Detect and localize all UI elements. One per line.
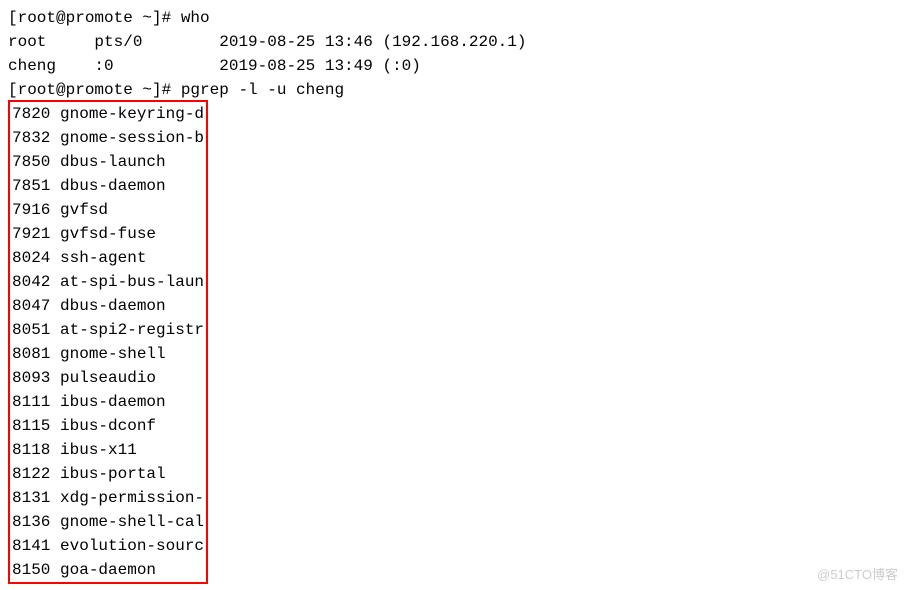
process-row: 8024 ssh-agent — [12, 246, 204, 270]
process-row: 8042 at-spi-bus-laun — [12, 270, 204, 294]
command-who: who — [181, 9, 210, 27]
process-row: 8111 ibus-daemon — [12, 390, 204, 414]
watermark-text: @51CTO博客 — [817, 565, 898, 585]
shell-prompt: [root@promote ~]# — [8, 9, 181, 27]
process-row: 7832 gnome-session-b — [12, 126, 204, 150]
prompt-line-1: [root@promote ~]# who — [8, 6, 900, 30]
process-row: 8122 ibus-portal — [12, 462, 204, 486]
process-row: 7820 gnome-keyring-d — [12, 102, 204, 126]
who-output-line-2: cheng :0 2019-08-25 13:49 (:0) — [8, 54, 900, 78]
process-row: 7916 gvfsd — [12, 198, 204, 222]
process-row: 8118 ibus-x11 — [12, 438, 204, 462]
process-row: 8051 at-spi2-registr — [12, 318, 204, 342]
who-output-line-1: root pts/0 2019-08-25 13:46 (192.168.220… — [8, 30, 900, 54]
process-row: 8150 goa-daemon — [12, 558, 204, 582]
command-pgrep: pgrep -l -u cheng — [181, 81, 344, 99]
process-row: 8081 gnome-shell — [12, 342, 204, 366]
process-row: 8136 gnome-shell-cal — [12, 510, 204, 534]
prompt-line-2: [root@promote ~]# pgrep -l -u cheng — [8, 78, 900, 102]
process-row: 8115 ibus-dconf — [12, 414, 204, 438]
process-row: 8047 dbus-daemon — [12, 294, 204, 318]
process-row: 7850 dbus-launch — [12, 150, 204, 174]
pgrep-output-block: 7820 gnome-keyring-d 7832 gnome-session-… — [8, 100, 208, 584]
shell-prompt: [root@promote ~]# — [8, 81, 181, 99]
process-row: 8093 pulseaudio — [12, 366, 204, 390]
process-row: 7921 gvfsd-fuse — [12, 222, 204, 246]
process-row: 7851 dbus-daemon — [12, 174, 204, 198]
process-row: 8131 xdg-permission- — [12, 486, 204, 510]
process-row: 8141 evolution-sourc — [12, 534, 204, 558]
